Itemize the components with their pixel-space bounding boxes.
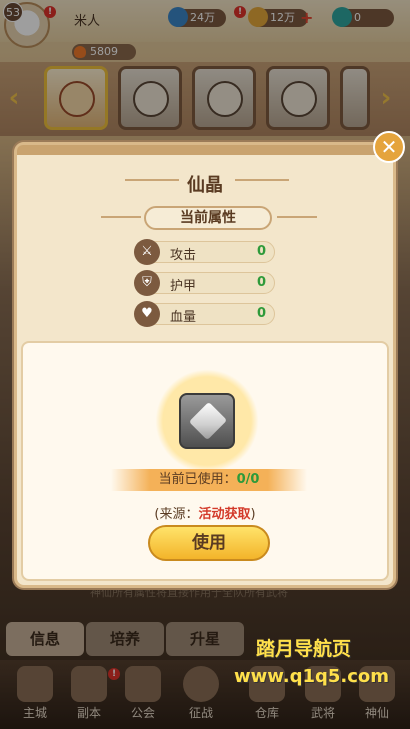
attribute-label: 血量 [170,310,197,325]
attribute-value: 0 [256,244,266,259]
item-popup: 仙晶 当前属性 ⚔ 攻击 0 ⛨ 护甲 0 ♥ 血量 0 当前已使用：0/0 (… [14,142,396,588]
used-count-band: 当前已使用：0/0 [111,469,307,491]
popup-title: 仙晶 [187,175,223,196]
item-panel: 当前已使用：0/0 (来源：活动获取) 使用 [21,341,389,581]
section-ribbon: 当前属性 [144,206,272,230]
popup-top-band [17,145,393,155]
attribute-row: ♥ 血量 0 [134,301,275,327]
item-slot[interactable] [179,393,235,449]
attribute-value: 0 [256,306,266,321]
ribbon-divider [101,216,141,218]
close-icon[interactable]: ✕ [373,131,405,163]
source-link[interactable]: 活动获取 [198,507,250,522]
source-prefix: (来源： [154,507,199,522]
title-divider [235,179,289,181]
sword-icon: ⚔ [134,239,160,265]
attribute-value: 0 [256,275,266,290]
watermark-title: 踏月导航页 [256,638,352,660]
crystal-icon [188,401,228,441]
heart-icon: ♥ [134,301,160,327]
shield-icon: ⛨ [134,270,160,296]
source-text: (来源：活动获取) [23,503,387,522]
used-value: 0/0 [236,472,260,487]
attribute-label: 护甲 [170,279,197,294]
use-button[interactable]: 使用 [148,525,270,561]
watermark-url: www.q1q5.com [234,666,390,687]
attribute-row: ⚔ 攻击 0 [134,239,275,265]
source-suffix: ) [250,507,256,522]
used-label: 当前已使用： [158,472,237,487]
attribute-label: 攻击 [170,248,197,263]
attribute-row: ⛨ 护甲 0 [134,270,275,296]
ribbon-divider [277,216,317,218]
game-screen: 53 ! 米人 24万 ! 12万 + 0 5809 ‹ › 神仙所有属性将直接… [0,0,410,729]
